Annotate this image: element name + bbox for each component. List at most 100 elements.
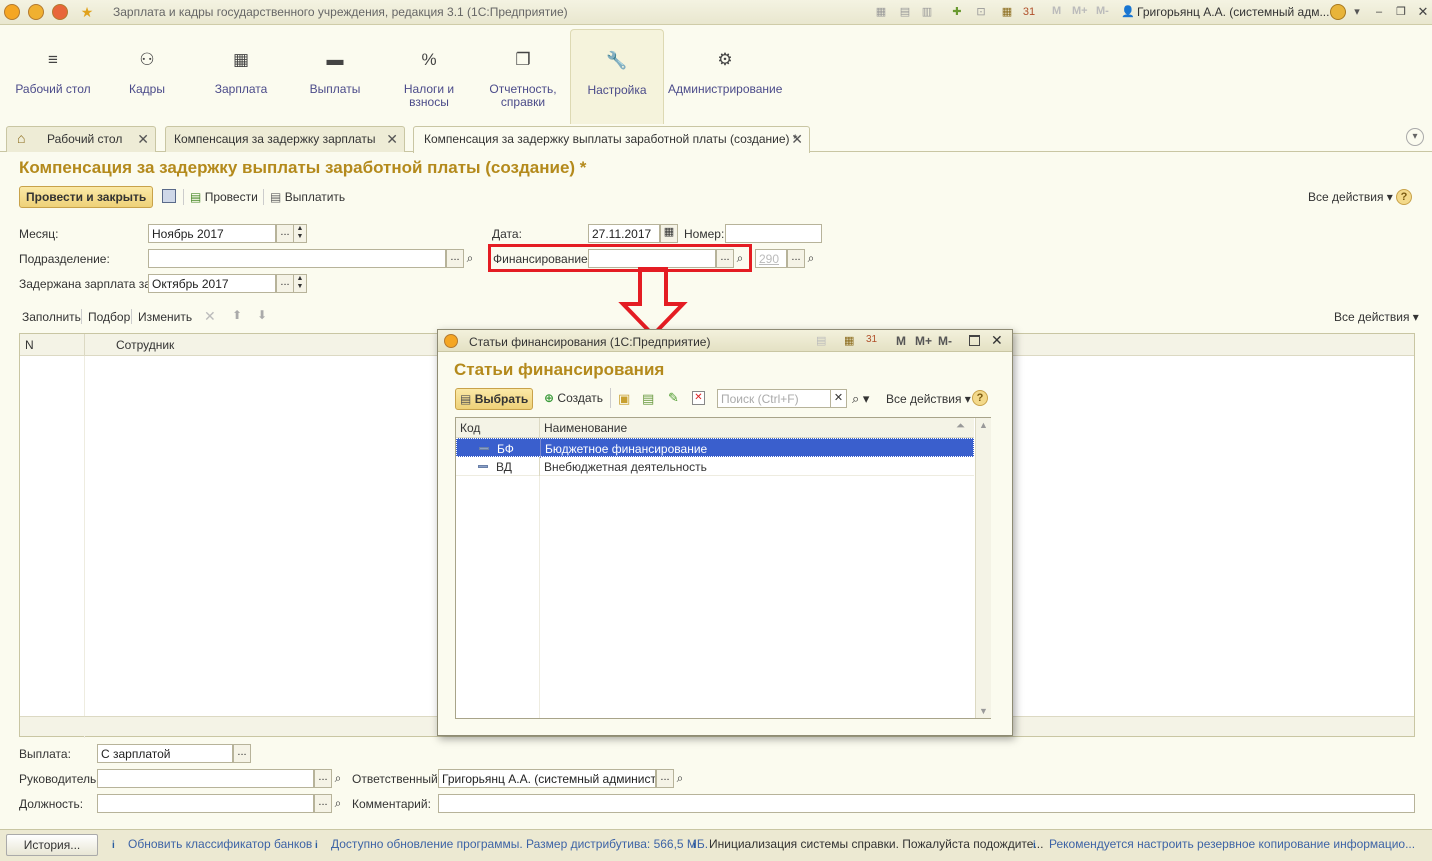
favorites-star-icon[interactable]: ★ xyxy=(80,5,94,19)
status-message-backup[interactable]: i Рекомендуется настроить резервное копир… xyxy=(1033,837,1415,852)
history-icon[interactable] xyxy=(52,4,68,20)
month-stepper[interactable]: ▲ ▼ xyxy=(293,224,307,243)
maximize-icon[interactable] xyxy=(969,335,980,346)
delayed-field[interactable]: Октябрь 2017 xyxy=(148,274,276,293)
scroll-down-icon[interactable]: ▼ xyxy=(979,706,988,716)
save-icon[interactable] xyxy=(162,189,176,203)
link-icon[interactable]: ▤ xyxy=(816,334,826,347)
1c-logo-icon[interactable] xyxy=(4,4,20,20)
calculator-icon[interactable]: ▦ xyxy=(1000,5,1014,19)
manager-field[interactable] xyxy=(97,769,314,788)
tab-desktop[interactable]: ⌂ Рабочий стол ✕ xyxy=(6,126,156,152)
current-user[interactable]: Григорьянц А.А. (системный адм... xyxy=(1137,5,1329,19)
menu-dropdown-icon[interactable] xyxy=(28,4,44,20)
memory-m-minus[interactable]: M- xyxy=(938,334,952,348)
search-icon[interactable]: ⌕ xyxy=(672,769,688,788)
delayed-stepper[interactable]: ▲ ▼ xyxy=(293,274,307,293)
close-icon[interactable]: ✕ xyxy=(991,332,1003,349)
select-button[interactable]: ▤ Выбрать xyxy=(455,388,533,410)
favorites-add-icon[interactable]: ✚ xyxy=(950,5,964,19)
section-personnel[interactable]: ⚇ Кадры xyxy=(100,29,194,125)
move-up-icon[interactable]: ⬆ xyxy=(232,308,242,322)
move-down-icon[interactable]: ⬇ xyxy=(257,308,267,322)
comment-field[interactable] xyxy=(438,794,1415,813)
fill-button[interactable]: Заполнить xyxy=(22,310,81,324)
financing-articles-table[interactable]: Код Наименование ⏶ БФ Бюджетное финансир… xyxy=(455,417,991,719)
tab-compensation-create[interactable]: Компенсация за задержку выплаты заработн… xyxy=(413,126,810,153)
month-field[interactable]: Ноябрь 2017 xyxy=(148,224,276,243)
all-actions-menu[interactable]: Все действия ▾ xyxy=(1308,190,1393,204)
column-employee[interactable]: Сотрудник xyxy=(116,338,174,352)
status-message-update[interactable]: i Доступно обновление программы. Размер д… xyxy=(315,837,708,852)
restore-icon[interactable]: ❐ xyxy=(1394,5,1408,19)
memory-m[interactable]: M xyxy=(1052,5,1061,17)
payout-select-button[interactable]: ... xyxy=(233,744,251,763)
date-field[interactable]: 27.11.2017 xyxy=(588,224,660,243)
search-input[interactable]: Поиск (Ctrl+F) xyxy=(717,389,831,408)
info-icon[interactable] xyxy=(1330,4,1346,20)
mark-delete-icon[interactable]: ✕ xyxy=(692,391,705,405)
section-administration[interactable]: ⚙ Администрирование xyxy=(668,29,782,125)
section-taxes[interactable]: % Налоги и взносы xyxy=(382,29,476,125)
search-options-button[interactable]: ⌕ ▾ xyxy=(852,391,869,407)
dialog-all-actions-menu[interactable]: Все действия ▾ xyxy=(886,392,971,406)
save-icon[interactable]: ▦ xyxy=(874,5,888,19)
table-row[interactable]: ВД Внебюджетная деятельность xyxy=(456,457,974,476)
month-select-button[interactable]: ... xyxy=(276,224,294,243)
status-message-help[interactable]: i Инициализация системы справки. Пожалуйс… xyxy=(693,837,1043,852)
close-icon[interactable]: ✕ xyxy=(791,131,803,148)
search-icon[interactable]: ⌕ xyxy=(330,794,346,813)
delete-icon[interactable]: ✕ xyxy=(204,308,216,325)
create-button[interactable]: ⊕ Создать xyxy=(544,391,603,405)
column-n[interactable]: N xyxy=(25,338,34,352)
column-name[interactable]: Наименование xyxy=(544,421,627,435)
memory-m[interactable]: M xyxy=(896,334,906,348)
help-icon[interactable]: ? xyxy=(972,390,988,406)
number-field[interactable] xyxy=(725,224,822,243)
calculator-icon[interactable]: ▦ xyxy=(844,334,854,347)
memory-m-minus[interactable]: M- xyxy=(1096,5,1109,17)
section-settings[interactable]: 🔧 Настройка xyxy=(570,29,664,125)
close-icon[interactable]: ✕ xyxy=(386,131,398,148)
chevron-down-icon[interactable]: ▾ xyxy=(1350,5,1364,19)
section-reports[interactable]: ❐ Отчетность, справки xyxy=(476,29,570,125)
edit-button[interactable]: Изменить xyxy=(138,310,192,324)
search-icon[interactable]: ⌕ xyxy=(803,249,819,268)
tabs-dropdown-icon[interactable]: ▾ xyxy=(1406,128,1424,146)
help-icon[interactable]: ? xyxy=(1396,189,1412,205)
create-folder-icon[interactable]: ▣ xyxy=(618,391,630,407)
position-field[interactable] xyxy=(97,794,314,813)
department-field[interactable] xyxy=(148,249,446,268)
history-button[interactable]: История... xyxy=(6,834,98,856)
link-icon[interactable]: ⊡ xyxy=(974,5,988,19)
pay-button[interactable]: ▤ Выплатить xyxy=(270,190,345,204)
tab-compensation-list[interactable]: Компенсация за задержку зарплаты ✕ xyxy=(165,126,405,152)
vertical-scrollbar[interactable]: ▲ ▼ xyxy=(975,418,991,718)
memory-m-plus[interactable]: M+ xyxy=(1072,5,1088,17)
scroll-up-icon[interactable]: ▲ xyxy=(979,420,988,430)
search-icon[interactable]: ⌕ xyxy=(330,769,346,788)
delayed-select-button[interactable]: ... xyxy=(276,274,294,293)
copy-icon[interactable]: ▤ xyxy=(642,391,654,407)
print-icon[interactable]: ▤ xyxy=(898,5,912,19)
minimize-icon[interactable]: – xyxy=(1372,5,1386,19)
pick-button[interactable]: Подбор xyxy=(88,310,130,324)
calendar-icon[interactable]: 31 xyxy=(866,334,877,345)
clear-search-icon[interactable]: ✕ xyxy=(831,389,847,408)
grid-all-actions-menu[interactable]: Все действия ▾ xyxy=(1334,310,1419,324)
column-code[interactable]: Код xyxy=(460,421,480,435)
preview-icon[interactable]: ▥ xyxy=(920,5,934,19)
post-and-close-button[interactable]: Провести и закрыть xyxy=(19,186,154,208)
close-icon[interactable]: ✕ xyxy=(1416,5,1430,19)
section-desktop[interactable]: ≡ Рабочий стол xyxy=(6,29,100,125)
account-field[interactable]: 290 xyxy=(755,249,787,268)
calendar-icon[interactable]: ▦ xyxy=(660,224,678,243)
memory-m-plus[interactable]: M+ xyxy=(915,334,932,348)
sort-icon[interactable]: ⏶ xyxy=(956,420,965,433)
edit-pencil-icon[interactable]: ✎ xyxy=(668,390,679,406)
status-message-banks[interactable]: i Обновить классификатор банков xyxy=(112,837,312,852)
section-payments[interactable]: ▬ Выплаты xyxy=(288,29,382,125)
close-icon[interactable]: ✕ xyxy=(137,131,149,148)
responsible-field[interactable]: Григорьянц А.А. (системный администрат xyxy=(438,769,656,788)
section-salary[interactable]: ▦ Зарплата xyxy=(194,29,288,125)
